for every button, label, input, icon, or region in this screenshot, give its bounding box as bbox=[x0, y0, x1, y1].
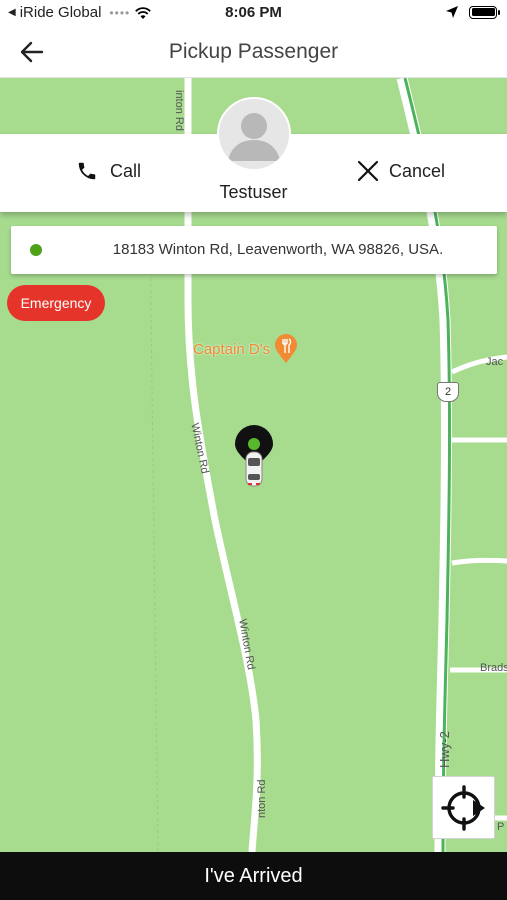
emergency-label: Emergency bbox=[20, 295, 92, 311]
status-bar: ◀ iRide Global •••• 8:06 PM bbox=[0, 0, 507, 26]
road-label-winton-top: inton Rd bbox=[173, 90, 185, 131]
highway-label: Hwy-2 bbox=[437, 731, 452, 768]
poi-captain-ds[interactable]: Captain D's bbox=[193, 334, 298, 364]
road-label-winton-bottom: nton Rd bbox=[256, 779, 268, 818]
phone-icon bbox=[78, 162, 96, 180]
highway-shield: 2 bbox=[437, 382, 459, 402]
car-marker-icon bbox=[235, 425, 273, 487]
avatar bbox=[217, 97, 291, 171]
location-arrow-icon bbox=[446, 6, 458, 18]
emergency-button[interactable]: Emergency bbox=[7, 285, 105, 321]
pickup-address: 18183 Winton Rd, Leavenworth, WA 98826, … bbox=[112, 241, 444, 258]
cancel-label: Cancel bbox=[389, 160, 446, 181]
call-button[interactable]: Call bbox=[76, 160, 141, 182]
status-time: 8:06 PM bbox=[225, 4, 282, 21]
car-marker bbox=[232, 424, 276, 490]
user-avatar-icon bbox=[219, 99, 289, 169]
page-title: Pickup Passenger bbox=[168, 40, 339, 63]
pickup-dot-icon bbox=[30, 244, 42, 256]
my-location-button[interactable] bbox=[432, 776, 495, 839]
highway-shield-number: 2 bbox=[444, 386, 452, 398]
cancel-button[interactable]: Cancel bbox=[357, 160, 445, 182]
pickup-address-bar[interactable]: 18183 Winton Rd, Leavenworth, WA 98826, … bbox=[11, 226, 497, 274]
road-label-p: P bbox=[497, 821, 505, 833]
restaurant-pin-icon bbox=[275, 334, 298, 363]
arrived-button[interactable]: I've Arrived bbox=[0, 852, 507, 900]
poi-label: Captain D's bbox=[193, 340, 271, 358]
close-icon bbox=[357, 160, 379, 182]
battery-icon bbox=[469, 5, 500, 19]
passenger-name: Testuser bbox=[219, 182, 288, 202]
road-label-brads: Brads bbox=[480, 662, 507, 674]
navigation-header: Pickup Passenger bbox=[0, 26, 507, 78]
call-label: Call bbox=[110, 160, 142, 181]
my-location-icon bbox=[440, 784, 485, 831]
arrived-label: I've Arrived bbox=[204, 864, 303, 887]
road-label-jac: Jac bbox=[486, 356, 504, 368]
